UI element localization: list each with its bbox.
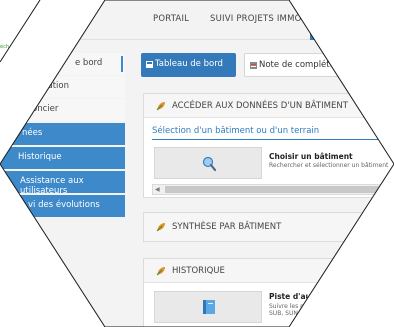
panel-title: HISTORIQUE (172, 266, 225, 276)
tile-title: Choisir un bâtiment (269, 152, 353, 161)
leaf-icon (156, 102, 165, 111)
leaf-icon (156, 223, 165, 232)
panel-header[interactable]: ACCÉDER AUX DONNÉES D'UN BÂTIMENT (144, 94, 394, 118)
nav-portail[interactable]: PORTAIL (153, 14, 189, 24)
panel-header[interactable]: HISTORIQUE (144, 259, 394, 283)
tab-note-de-completude[interactable]: Note de complétude (244, 53, 374, 77)
sidebar-item-label: Historique (18, 152, 62, 162)
scroll-thumb[interactable] (165, 186, 394, 193)
sidebar-item-label: Assistance aux utilisateurs (20, 176, 84, 196)
sidebar-item-label: e bord (75, 58, 103, 68)
access-building-data-panel: ACCÉDER AUX DONNÉES D'UN BÂTIMENT Sélect… (143, 93, 394, 198)
sidebar-item-label: oncier (32, 104, 59, 114)
sidebar-item-label: ration (44, 81, 69, 91)
choose-building-tile[interactable] (154, 147, 262, 179)
history-panel: HISTORIQUE Piste d'audit Suivre les modi… (143, 258, 394, 327)
sidebar-item-foncier[interactable]: oncier (0, 99, 125, 121)
sidebar-item-assistance[interactable]: Assistance aux utilisateurs (0, 171, 125, 196)
tab-label: Note de complétude (259, 60, 346, 70)
sidebar-item-suivi-evolutions[interactable]: vi des évolutions (0, 195, 125, 217)
panel-title: SYNTHÈSE PAR BÂTIMENT (172, 222, 282, 232)
sidebar-active-marker (121, 56, 123, 72)
synthesis-panel: SYNTHÈSE PAR BÂTIMENT (143, 212, 394, 242)
sidebar-item-donnees[interactable]: nées (0, 123, 125, 145)
top-navigation: PORTAIL SUIVI PROJETS IMMO I (0, 0, 394, 40)
panel-title: ACCÉDER AUX DONNÉES D'UN BÂTIMENT (172, 101, 348, 111)
nav-suivi-projets-immo[interactable]: SUIVI PROJETS IMMO (210, 14, 302, 24)
outside-fragment: éch (0, 44, 9, 50)
sidebar-item-label: nées (22, 128, 43, 138)
nav-active-tab[interactable]: I (310, 0, 394, 40)
leaf-icon (156, 267, 165, 276)
magnifier-icon (202, 156, 217, 172)
sidebar-item-administration[interactable]: ration (0, 76, 125, 98)
scroll-left-icon[interactable]: ◀ (155, 186, 160, 193)
book-icon (203, 300, 215, 314)
sidebar-item-label: vi des évolutions (28, 200, 100, 210)
dashboard-icon (146, 61, 153, 68)
hexagon-viewport: PORTAIL SUIVI PROJETS IMMO I e bord rati… (0, 0, 394, 327)
tile-description: Rechercher et sélectionner un bâtiment (269, 162, 389, 169)
tile-title: Piste d'audit (269, 292, 323, 301)
tab-label: Tableau de bord (155, 59, 223, 69)
tile-description-2: SUB, SUN, SUN Bu (269, 310, 325, 317)
panel-header[interactable]: SYNTHÈSE PAR BÂTIMENT (144, 213, 394, 241)
section-building-selection[interactable]: Sélection d'un bâtiment ou d'un terrain (152, 126, 319, 136)
sidebar-item-historique[interactable]: Historique (0, 147, 125, 169)
section-underline (152, 139, 394, 140)
audit-trail-tile[interactable] (154, 291, 262, 323)
tab-tableau-de-bord[interactable]: Tableau de bord (141, 53, 236, 77)
report-icon (250, 62, 257, 69)
horizontal-scrollbar[interactable]: ◀ (152, 184, 394, 195)
sidebar-item-tableau-de-bord[interactable]: e bord (0, 53, 125, 75)
nav-active-label: I (313, 14, 316, 24)
